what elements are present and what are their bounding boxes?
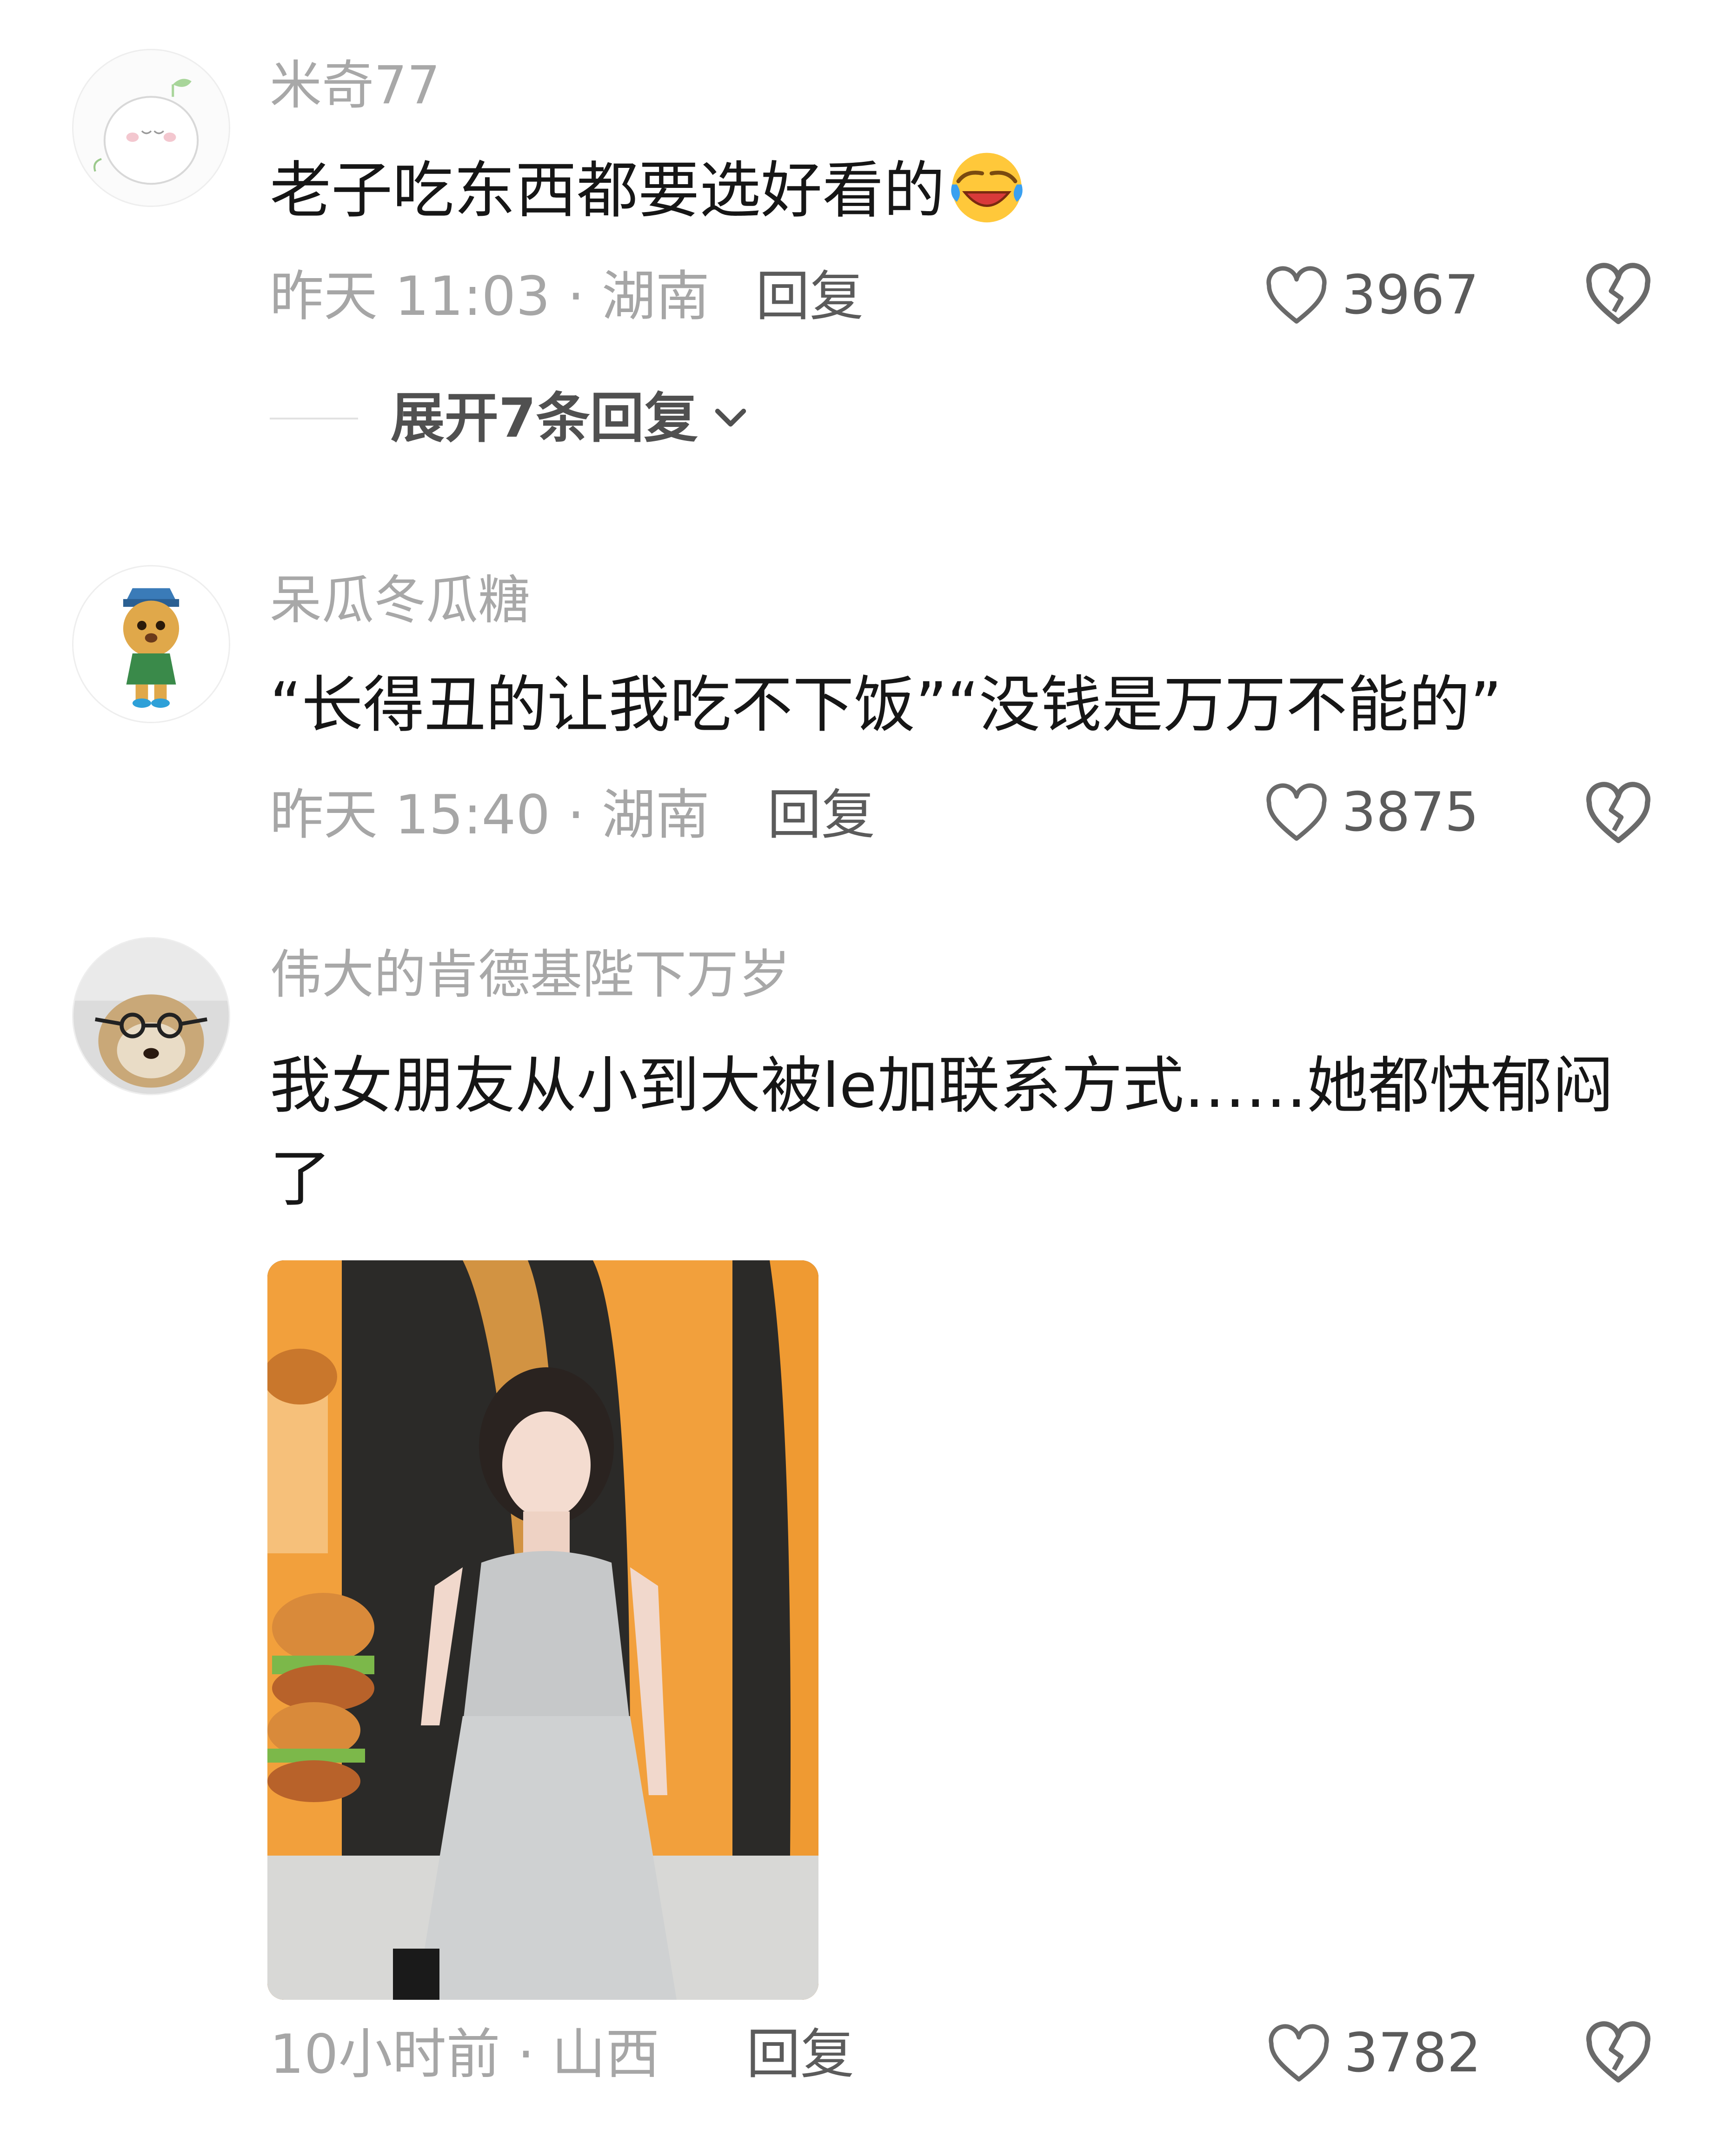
meta-separator: ·: [550, 265, 602, 328]
comment-time: 昨天 15:40: [270, 784, 551, 846]
reply-button[interactable]: 回复: [756, 270, 864, 324]
avatar-image: [73, 939, 229, 1094]
comment-meta: 昨天 11:03 · 湖南: [270, 270, 710, 324]
photo-image: [267, 1260, 818, 2000]
comment-location: 山西: [552, 2023, 660, 2086]
avatar-image: [73, 566, 229, 722]
dislike-button[interactable]: [1583, 2020, 1653, 2085]
reply-button[interactable]: 回复: [767, 788, 875, 842]
heart-outline-icon: [1269, 2024, 1329, 2082]
dislike-button[interactable]: [1583, 261, 1653, 326]
broken-heart-icon: [1586, 782, 1650, 843]
comment-time: 10小时前: [270, 2023, 500, 2086]
meta-separator: ·: [500, 2023, 552, 2086]
reply-button[interactable]: 回复: [746, 2028, 854, 2082]
avatar-image: [73, 50, 229, 206]
divider-line: [270, 418, 358, 419]
laughing-crying-emoji-icon: [945, 146, 1029, 226]
username[interactable]: 呆瓜冬瓜糖: [270, 574, 530, 626]
comment-location: 湖南: [601, 784, 710, 846]
dislike-button[interactable]: [1583, 780, 1653, 845]
comment-meta: 昨天 15:40 · 湖南: [270, 788, 710, 842]
meta-separator: ·: [550, 784, 602, 846]
comment-text: 我女朋友从小到大被le加联系方式……她都快郁闷了: [270, 1050, 1614, 1215]
comment-text: 老子吃东西都要选好看的: [270, 146, 1642, 231]
avatar[interactable]: [72, 937, 230, 1095]
like-button[interactable]: 3782: [1265, 2023, 1481, 2083]
comment-image[interactable]: [267, 1260, 818, 2000]
like-count: 3782: [1344, 2022, 1482, 2084]
broken-heart-icon: [1586, 2021, 1650, 2083]
username[interactable]: 米奇77: [270, 60, 440, 112]
like-count: 3967: [1342, 264, 1479, 326]
heart-outline-icon: [1266, 783, 1327, 841]
like-button[interactable]: 3875: [1263, 782, 1479, 843]
avatar[interactable]: [72, 565, 230, 723]
comment-time: 昨天 11:03: [270, 265, 551, 328]
avatar[interactable]: [72, 49, 230, 207]
broken-heart-icon: [1586, 263, 1650, 324]
comment-text-content: 老子吃东西都要选好看的: [270, 155, 945, 226]
like-button[interactable]: 3967: [1263, 265, 1479, 326]
expand-replies-label: 展开7条回复: [391, 387, 698, 450]
comment-text: “长得丑的让我吃不下饭”“没钱是万万不能的”: [270, 669, 1502, 741]
comment-meta: 10小时前 · 山西: [270, 2028, 659, 2082]
comment-location: 湖南: [601, 265, 710, 328]
heart-outline-icon: [1266, 266, 1327, 324]
username[interactable]: 伟大的肯德基陛下万岁: [270, 949, 791, 1001]
like-count: 3875: [1342, 781, 1479, 844]
chevron-down-icon: [715, 408, 746, 427]
expand-replies[interactable]: 展开7条回复: [270, 387, 749, 450]
